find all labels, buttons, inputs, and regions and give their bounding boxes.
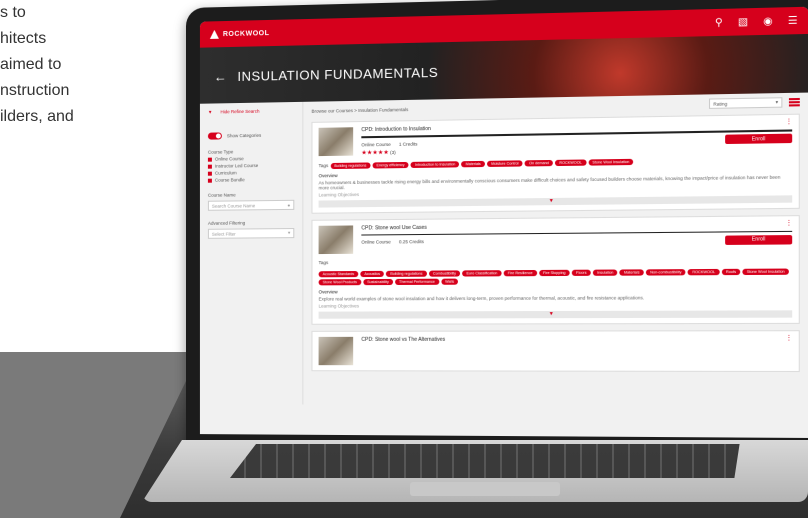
course-card: ⋮ CPD: Introduction to Insulation Online… bbox=[311, 113, 800, 214]
chevron-down-icon: ▼ bbox=[548, 197, 554, 205]
breadcrumb[interactable]: Browse our Courses > Insulation Fundamen… bbox=[311, 107, 408, 114]
logo-icon bbox=[210, 30, 219, 39]
hide-refine-link[interactable]: ▼ Hide Refine Search bbox=[208, 108, 294, 115]
refine-sidebar: ▼ Hide Refine Search Show Categories Cou… bbox=[199, 101, 304, 405]
tag-chip[interactable]: Building regulations bbox=[386, 270, 427, 277]
more-options-icon[interactable]: ⋮ bbox=[786, 118, 793, 125]
course-type-label: Course Type bbox=[207, 149, 234, 155]
rating-count: (3) bbox=[390, 149, 396, 155]
cart-icon[interactable]: ▧ bbox=[738, 16, 748, 28]
tag-chip[interactable]: Thermal Performance bbox=[394, 278, 440, 285]
course-type-checkbox[interactable]: Instructor Led Course bbox=[207, 162, 294, 169]
brand-logo[interactable]: ROCKWOOL bbox=[210, 29, 270, 39]
laptop-keyboard bbox=[230, 444, 740, 478]
intro-line: hitects bbox=[0, 30, 47, 47]
tag-chip[interactable]: Building regulations bbox=[330, 161, 371, 169]
tag-chip[interactable]: Stone Wool Insulation bbox=[742, 267, 789, 275]
course-name-input[interactable]: Search Course Name ● bbox=[207, 199, 295, 211]
enroll-button[interactable]: Enroll bbox=[725, 234, 793, 245]
course-thumbnail[interactable] bbox=[318, 224, 354, 254]
rating-stars: ★★★★★ bbox=[361, 149, 389, 156]
tag-chip[interactable]: Roofs bbox=[721, 268, 741, 275]
intro-text: s to hitects aimed to nstruction ilders,… bbox=[0, 0, 190, 130]
intro-line: aimed to bbox=[0, 56, 62, 73]
course-title[interactable]: CPD: Stone wool Use Cases bbox=[361, 221, 792, 231]
user-icon[interactable]: ◉ bbox=[763, 15, 772, 27]
logo-text: ROCKWOOL bbox=[222, 29, 270, 38]
course-thumbnail[interactable] bbox=[318, 336, 354, 365]
course-title[interactable]: CPD: Stone wool vs The Alternatives bbox=[361, 336, 792, 342]
course-type: Online Course bbox=[361, 141, 391, 147]
tags-label: Tags bbox=[318, 163, 329, 169]
search-icon[interactable]: ⚲ bbox=[715, 17, 723, 29]
tag-chip[interactable]: On demand bbox=[524, 159, 553, 166]
tag-chip[interactable]: Acoustic Standards bbox=[318, 270, 359, 277]
chevron-down-icon: ▼ bbox=[548, 310, 554, 318]
laptop-screen: ROCKWOOL ⚲ ▧ ◉ ☰ ← INSULATION FUNDAMENTA… bbox=[199, 6, 808, 438]
laptop-trackpad bbox=[410, 482, 560, 496]
tag-chip[interactable]: Fire Resilience bbox=[503, 269, 537, 276]
laptop-lid: ROCKWOOL ⚲ ▧ ◉ ☰ ← INSULATION FUNDAMENTA… bbox=[186, 0, 808, 462]
course-thumbnail[interactable] bbox=[318, 127, 354, 157]
tag-chip[interactable]: ROCKWOOL bbox=[687, 268, 720, 275]
overview-text: Explore real world examples of stone woo… bbox=[318, 294, 645, 302]
show-categories-label: Show Categories bbox=[226, 132, 262, 139]
enroll-button[interactable]: Enroll bbox=[725, 133, 793, 145]
course-type-checkbox[interactable]: Curriculum bbox=[207, 170, 294, 176]
sort-select[interactable]: Rating ▾ bbox=[708, 97, 783, 109]
tag-chip[interactable]: Walls bbox=[441, 278, 459, 285]
course-credits: 0.25 Credits bbox=[398, 239, 424, 245]
tag-chip[interactable]: Acoustics bbox=[360, 270, 385, 277]
show-categories-toggle[interactable] bbox=[207, 132, 222, 140]
list-view-icon[interactable] bbox=[788, 97, 800, 107]
tag-chip[interactable]: ROCKWOOL bbox=[555, 158, 587, 166]
tag-chip[interactable]: Materials bbox=[461, 160, 485, 167]
chevron-down-icon: ▾ bbox=[287, 230, 291, 236]
intro-line: nstruction bbox=[0, 82, 70, 99]
course-type-checkbox[interactable]: Course Bundle bbox=[207, 177, 294, 183]
intro-line: s to bbox=[0, 4, 26, 21]
chevron-down-icon: ▾ bbox=[775, 99, 779, 105]
advanced-filtering-label: Advanced Filtering bbox=[207, 220, 246, 226]
course-type-checkbox[interactable]: Online Course bbox=[207, 155, 294, 162]
more-options-icon[interactable]: ⋮ bbox=[786, 219, 793, 226]
search-icon: ● bbox=[287, 202, 291, 208]
tag-chip[interactable]: Moisture Control bbox=[486, 159, 523, 167]
tag-chip[interactable]: Energy efficiency bbox=[372, 161, 409, 169]
course-credits: 1 Credits bbox=[398, 140, 418, 147]
learning-objectives-label: Learning Objectives bbox=[318, 302, 360, 309]
tag-chip[interactable]: Stone Wool Products bbox=[318, 278, 362, 285]
expand-toggle[interactable]: ▼ bbox=[318, 194, 793, 208]
page-title: INSULATION FUNDAMENTALS bbox=[237, 64, 439, 84]
tag-chip[interactable]: Floors bbox=[571, 269, 591, 276]
course-name-label: Course Name bbox=[207, 192, 236, 198]
tag-chip[interactable]: Stone Wool Insulation bbox=[588, 158, 634, 166]
tag-chip[interactable]: Fire Stopping bbox=[538, 269, 570, 276]
tag-chip[interactable]: Combustibility bbox=[428, 269, 461, 277]
tag-chip[interactable]: Euro Classification bbox=[462, 269, 502, 277]
advanced-filter-select[interactable]: Select Filter ▾ bbox=[207, 228, 295, 239]
hide-refine-label: Hide Refine Search bbox=[220, 108, 260, 115]
intro-line: ilders, and bbox=[0, 108, 74, 125]
tag-chip[interactable]: Insulation bbox=[592, 268, 618, 276]
filter-icon: ▼ bbox=[207, 109, 213, 115]
course-list: Browse our Courses > Insulation Fundamen… bbox=[303, 93, 808, 407]
tag-chip[interactable]: Materials bbox=[619, 268, 644, 276]
header-actions: ⚲ ▧ ◉ ☰ bbox=[715, 15, 798, 28]
course-card: ⋮ CPD: Stone wool Use Cases Online Cours… bbox=[311, 214, 800, 325]
course-card: ⋮ CPD: Stone wool vs The Alternatives bbox=[311, 329, 800, 372]
tags-label: Tags bbox=[318, 259, 329, 265]
expand-toggle[interactable]: ▼ bbox=[318, 309, 793, 319]
tag-list: Tags bbox=[318, 256, 793, 265]
tag-chip[interactable]: Non-combustibility bbox=[645, 268, 686, 276]
tag-chip[interactable]: Sustainability bbox=[363, 278, 393, 285]
tag-list-chips: Acoustic Standards Acoustics Building re… bbox=[318, 267, 793, 285]
tag-chip[interactable]: Introduction to Insulation bbox=[410, 160, 460, 168]
back-arrow-icon[interactable]: ← bbox=[214, 69, 227, 84]
menu-icon[interactable]: ☰ bbox=[788, 15, 798, 27]
overview-label: Overview bbox=[318, 288, 338, 294]
course-type: Online Course bbox=[361, 239, 391, 245]
more-options-icon[interactable]: ⋮ bbox=[786, 334, 793, 341]
